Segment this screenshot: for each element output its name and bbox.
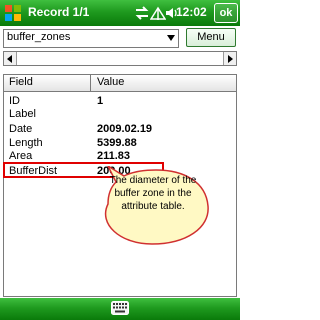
field-name: Label	[9, 108, 36, 120]
field-value: 2009.02.19	[97, 123, 153, 135]
scroll-left-button[interactable]	[4, 52, 17, 65]
keyboard-icon[interactable]	[111, 301, 129, 315]
title-bar: Record 1/1 12:02 ok	[0, 0, 240, 26]
table-row[interactable]: Label	[4, 108, 236, 121]
sync-icon[interactable]	[134, 5, 150, 21]
arrow-left-icon	[7, 55, 12, 63]
clock[interactable]: 12:02	[176, 5, 207, 19]
table-header: Field Value	[4, 75, 236, 92]
record-scrollbar[interactable]	[3, 51, 237, 66]
ok-button[interactable]: ok	[214, 3, 238, 23]
table-row[interactable]: ID 1	[4, 95, 236, 108]
window-title: Record 1/1	[28, 5, 90, 19]
field-name: ID	[9, 95, 20, 107]
scroll-right-button[interactable]	[223, 52, 236, 65]
field-name: Length	[9, 137, 43, 149]
field-value: 211.83	[97, 150, 131, 162]
layer-dropdown[interactable]: buffer_zones	[3, 29, 179, 48]
field-value: 1	[97, 95, 104, 107]
menu-button[interactable]: Menu	[186, 28, 236, 47]
field-value: 5399.88	[97, 137, 137, 149]
arrow-right-icon	[228, 55, 233, 63]
callout-text: The diameter of the buffer zone in the a…	[109, 175, 197, 212]
table-row[interactable]: Date 2009.02.19	[4, 123, 236, 136]
chevron-down-icon	[167, 35, 175, 41]
table-row[interactable]: Length 5399.88	[4, 137, 236, 150]
field-name: Date	[9, 123, 33, 135]
layer-dropdown-value: buffer_zones	[7, 31, 71, 43]
column-divider[interactable]	[90, 75, 91, 91]
column-header-value[interactable]: Value	[97, 76, 124, 88]
windows-logo-icon[interactable]	[4, 4, 22, 22]
field-name: Area	[9, 150, 33, 162]
column-header-field[interactable]: Field	[9, 76, 33, 88]
